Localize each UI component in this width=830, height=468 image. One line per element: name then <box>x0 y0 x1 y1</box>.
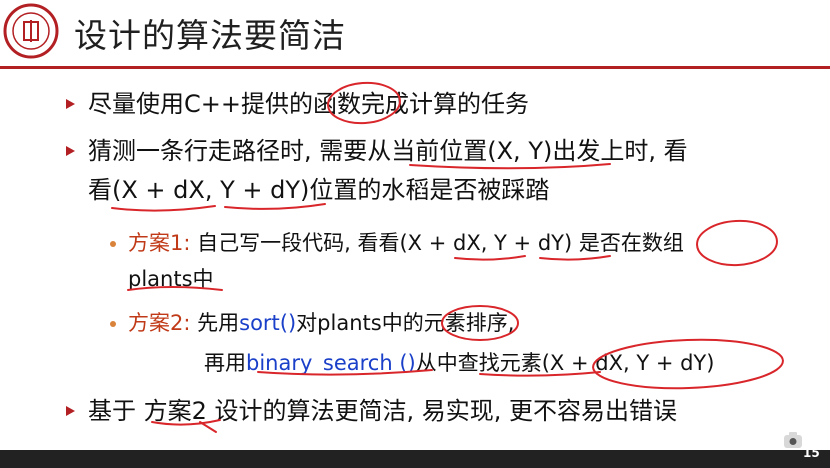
bullet-1-text: 尽量使用C++提供的函数完成计算的任务 <box>88 90 529 118</box>
bottom-bar <box>0 450 830 468</box>
binary-search-function-name: binary_search () <box>246 351 416 375</box>
plan-2-line-2-post: 从中查找元素(X + dX, Y + dY) <box>415 351 715 375</box>
plan-2-text-post: 对plants中的元素排序, <box>296 311 515 335</box>
plan-2-text-pre: 先用 <box>190 311 240 335</box>
sub-bullet-1-line-2: plants中 <box>128 267 214 291</box>
camera-icon <box>784 432 802 448</box>
bullet-3-text: 基于 方案2 设计的算法更简洁, 易实现, 更不容易出错误 <box>88 397 678 425</box>
university-seal-logo <box>3 3 59 59</box>
bullet-2-line-1: 猜测一条行走路径时, 需要从当前位置(X, Y)出发上时, 看 <box>88 137 688 165</box>
page-number: 15 <box>803 446 820 460</box>
sub-bullet-marker-icon <box>110 241 116 247</box>
bullet-marker-icon <box>66 146 75 156</box>
plan-1-label: 方案1: <box>128 231 191 255</box>
plan-1-text: 自己写一段代码, 看看(X + dX, Y + dY) 是否在数组 <box>190 231 684 255</box>
bullet-2-line-2: 看(X + dX, Y + dY)位置的水稻是否被踩踏 <box>88 176 550 204</box>
bullet-marker-icon <box>66 406 75 416</box>
slide-title: 设计的算法要简洁 <box>74 16 346 55</box>
sub-bullet-1-line-1: 方案1: 自己写一段代码, 看看(X + dX, Y + dY) 是否在数组 <box>128 226 684 260</box>
title-divider <box>0 66 830 69</box>
plan-2-line-2-pre: 再用 <box>204 351 246 375</box>
slide: 设计的算法要简洁 尽量使用C++提供的函数完成计算的任务 猜测一条行走路径时, … <box>0 0 830 450</box>
sub-bullet-2-line-1: 方案2: 先用sort()对plants中的元素排序, <box>128 306 514 340</box>
bullet-marker-icon <box>66 99 75 109</box>
plan-2-label: 方案2: <box>128 311 191 335</box>
sub-bullet-2-line-2: 再用binary_search ()从中查找元素(X + dX, Y + dY) <box>204 346 714 380</box>
sub-bullet-marker-icon <box>110 321 116 327</box>
sort-function-name: sort() <box>239 311 297 335</box>
